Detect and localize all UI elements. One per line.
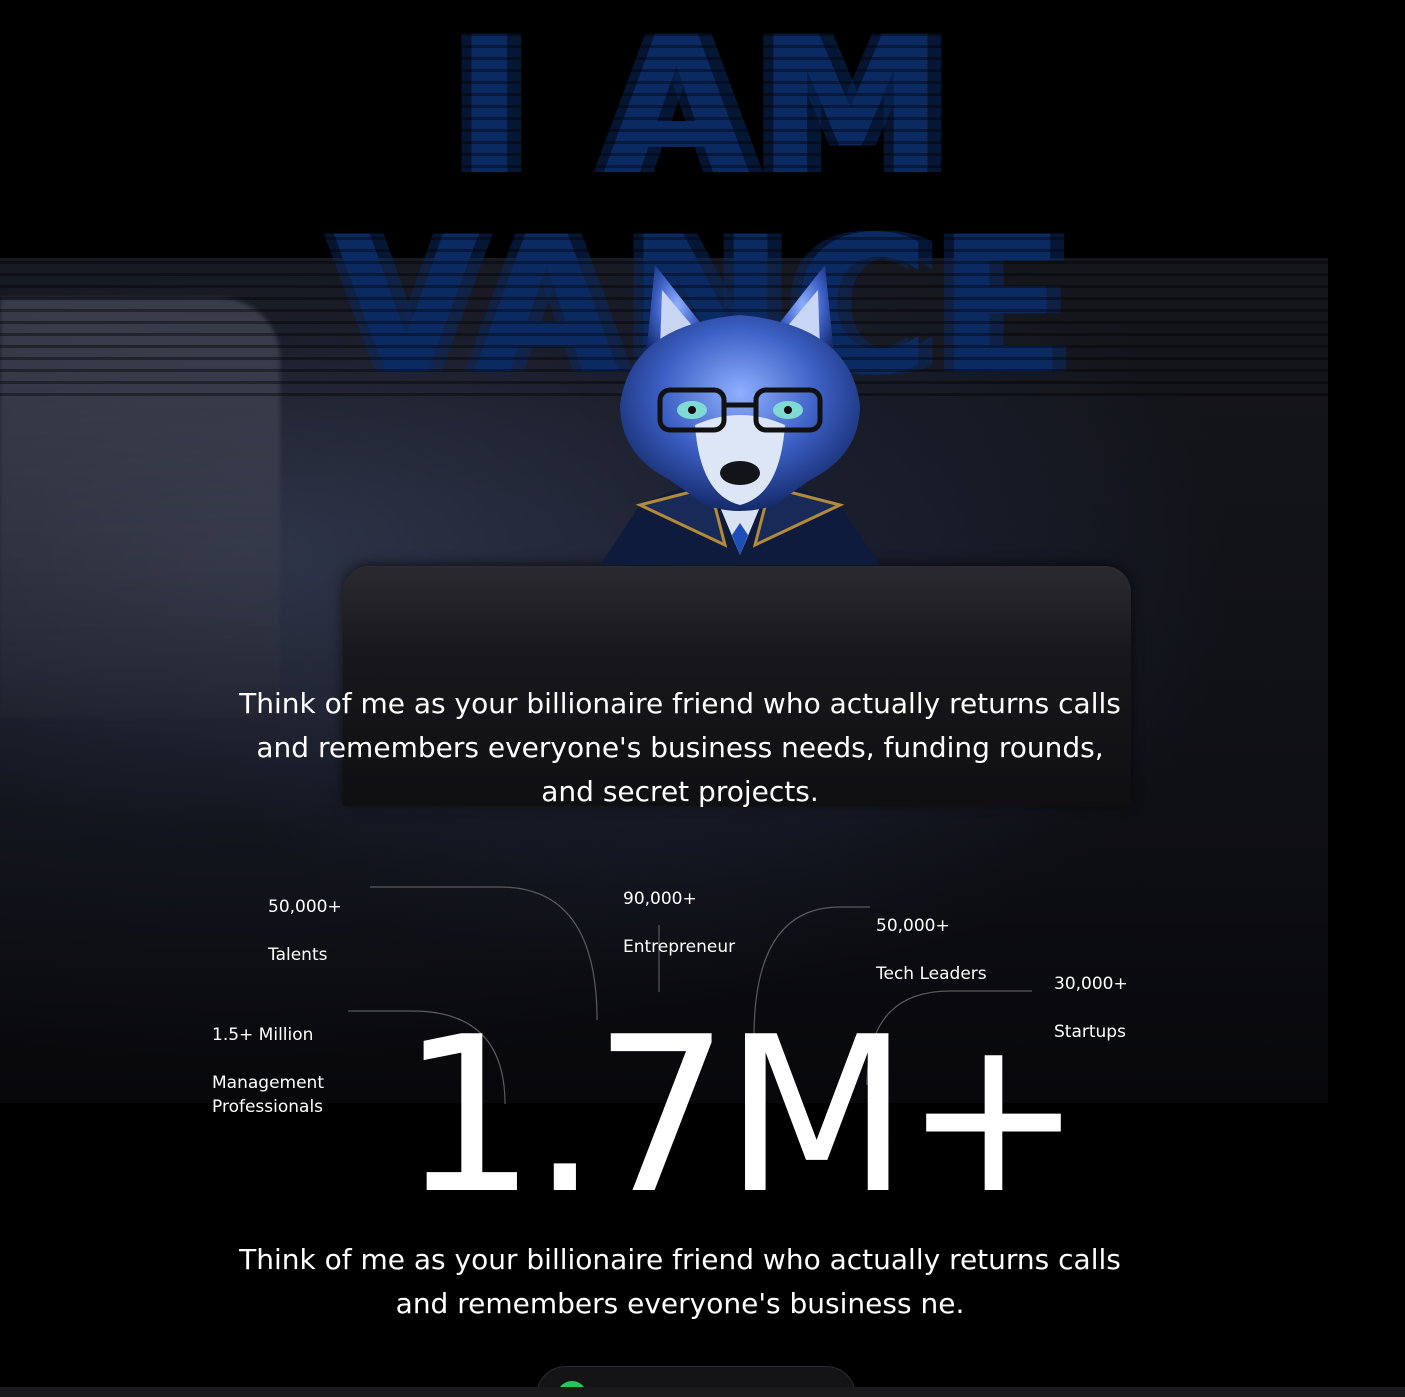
wolf-mascot-icon: [600, 265, 880, 565]
stat-entrepreneur: 90,000+ Entrepreneur: [623, 863, 735, 983]
stat-management-value: 1.5+ Million: [212, 1025, 314, 1045]
hero-tagline: Think of me as your billionaire friend w…: [239, 687, 1121, 808]
stat-entrepreneur-value: 90,000+: [623, 889, 697, 909]
stat-management-label: Management Professionals: [212, 1073, 324, 1117]
stat-tech-leaders-label: Tech Leaders: [876, 964, 987, 984]
stat-talents-label: Talents: [268, 945, 328, 965]
stat-entrepreneur-label: Entrepreneur: [623, 937, 736, 957]
stat-tech-leaders-value: 50,000+: [876, 916, 950, 936]
stat-talents: 50,000+ Talents: [268, 871, 342, 991]
secondary-tagline: Think of me as your billionaire friend w…: [239, 1243, 1121, 1320]
total-count: 1.7M+: [400, 990, 1084, 1241]
hero-title-line1: I AM: [454, 0, 951, 217]
stat-management: 1.5+ Million Management Professionals: [212, 999, 342, 1143]
landing-page: I AM VANCE Think of me as your billionai…: [0, 0, 1405, 1397]
stat-talents-value: 50,000+: [268, 897, 342, 917]
bottom-edge: [0, 1387, 1405, 1397]
